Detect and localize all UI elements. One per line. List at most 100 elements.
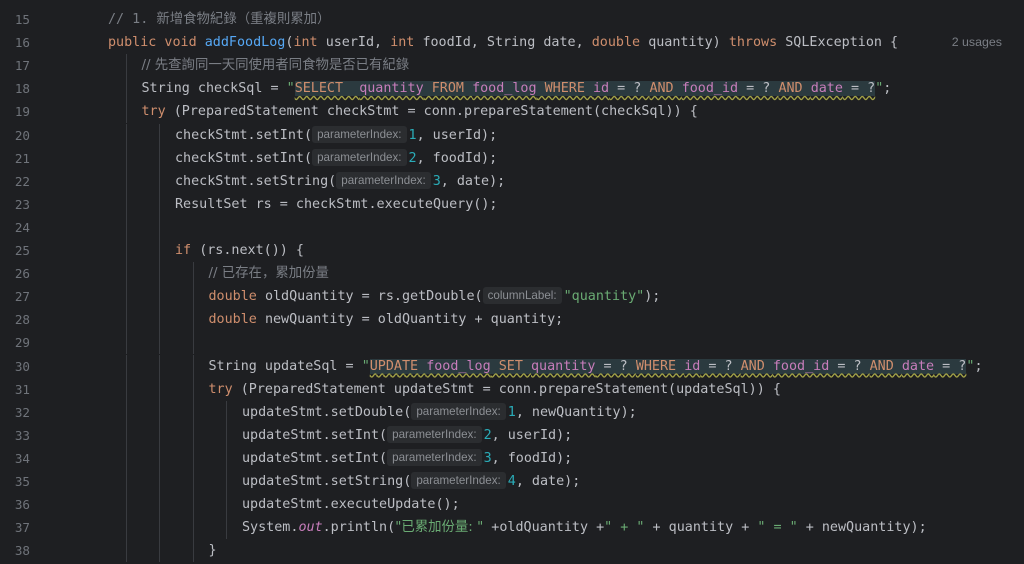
string-token: " (286, 81, 295, 97)
line-number: 37 (14, 520, 30, 536)
line-number: 31 (14, 381, 30, 397)
code-text: checkStmt.setString(parameterIndex: 3, da… (175, 170, 505, 193)
line-number: 34 (14, 450, 30, 466)
code-line[interactable]: 32 updateStmt.setDouble(parameterIndex: 1,… (15, 400, 1024, 424)
code-area[interactable]: 15 // 1. 新增食物紀錄（重複則累加） 16 public void addFo… (15, 0, 1024, 564)
keyword-token: throws (728, 35, 786, 51)
indent-guide (226, 423, 227, 447)
indent-guide (159, 446, 160, 470)
code-text: if (rs.next()) { (175, 239, 304, 262)
parameter-hint: parameterIndex: (312, 125, 407, 143)
line-number: 20 (14, 127, 30, 143)
code-token: SQLException { (785, 35, 899, 51)
code-line[interactable]: 37 System.out.println("已累加份量: " +oldQuant… (15, 516, 1024, 540)
code-token: .prepareStatement(checkSql)) { (455, 104, 698, 120)
code-line[interactable]: 20 checkStmt.setInt(parameterIndex: 1, use… (15, 123, 1024, 147)
code-line[interactable]: 31 try (PreparedStatement updateStmt = co… (15, 377, 1024, 401)
indent-guide (226, 470, 227, 494)
indent-guide (159, 285, 160, 309)
code-token: updateStmt.setDouble( (242, 404, 412, 420)
indent-guide (226, 493, 227, 517)
indent-guide (159, 308, 160, 332)
code-line[interactable]: 17 // 先查詢同一天同使用者同食物是否已有紀錄 (15, 54, 1024, 78)
indent-guide (192, 331, 194, 355)
parameter-hint: columnLabel: (482, 287, 562, 305)
code-line[interactable]: 18 String checkSql = "SELECT quantity FRO… (15, 77, 1024, 101)
code-line[interactable]: 33 updateStmt.setInt(parameterIndex: 2, us… (15, 423, 1024, 447)
comment-token: // 1. (108, 12, 157, 27)
indent-guide (125, 516, 127, 540)
number-token: 1 (408, 127, 417, 143)
line-number: 33 (14, 427, 30, 443)
indent-guide (159, 354, 160, 378)
sql-token: = ? (609, 81, 650, 97)
code-token: checkStmt.setInt( (175, 127, 313, 143)
indent-guide (192, 539, 194, 563)
sql-injection-fragment: SELECT quantity FROM food_log WHERE id =… (294, 81, 876, 97)
indent-guide (125, 446, 127, 470)
number-token: 3 (483, 450, 492, 466)
keyword-token: public void (108, 35, 205, 51)
code-line[interactable]: 25 if (rs.next()) { (15, 239, 1024, 263)
sql-token: UPDATE (369, 358, 427, 374)
sql-token: date (901, 358, 935, 374)
indent-guide (192, 377, 194, 401)
code-line[interactable]: 28 double newQuantity = oldQuantity + qua… (15, 308, 1024, 332)
code-text: double newQuantity = oldQuantity + quant… (209, 308, 564, 331)
indent-guide (159, 516, 160, 540)
sql-token: id (593, 81, 610, 97)
code-text: ResultSet rs = checkStmt.executeQuery(); (175, 193, 497, 216)
indent-guide (192, 423, 194, 447)
code-line[interactable]: 36 updateStmt.executeUpdate(); (15, 493, 1024, 517)
code-text: // 已存在，累加份量 (209, 262, 329, 285)
comment-token: // 先查詢同一天同使用者同食物是否已有紀錄 (141, 58, 410, 74)
code-line[interactable]: 34 updateStmt.setInt(parameterIndex: 3, fo… (15, 446, 1024, 470)
sql-token: AND (649, 81, 682, 97)
code-line[interactable]: 23 ResultSet rs = checkStmt.executeQuery(… (15, 192, 1024, 216)
code-token: , date); (515, 474, 581, 489)
indent-guide (125, 146, 127, 170)
code-line[interactable]: 26 // 已存在，累加份量 (15, 262, 1024, 286)
sql-token: = ? (842, 81, 876, 97)
code-text: // 先查詢同一天同使用者同食物是否已有紀錄 (142, 54, 410, 77)
code-line[interactable]: 15 // 1. 新增食物紀錄（重複則累加） (15, 8, 1024, 31)
code-line[interactable]: 16 public void addFoodLog(int userId, int… (15, 31, 1024, 54)
code-line[interactable]: 27 double oldQuantity = rs.getDouble(colu… (15, 285, 1024, 309)
code-text: updateStmt.setInt(parameterIndex: 3, food… (242, 447, 572, 470)
code-line[interactable]: 38} (15, 539, 1024, 563)
code-token: , date); (440, 173, 506, 189)
code-token: , userId); (491, 427, 573, 443)
indent-guide (159, 169, 160, 193)
code-line[interactable]: 24 (15, 215, 1024, 239)
line-number: 21 (14, 150, 30, 166)
sql-token: quantity (531, 358, 596, 374)
sql-token: quantity (359, 81, 424, 97)
indent-guide (125, 493, 127, 517)
code-line[interactable]: 29 (15, 331, 1024, 355)
line-number: 28 (14, 312, 30, 328)
indent-guide (159, 377, 160, 401)
indent-guide (159, 493, 160, 517)
sql-token: food_id (681, 81, 739, 97)
code-token: , foodId); (491, 450, 573, 466)
usages-link[interactable]: 2 usages (952, 31, 1002, 54)
code-line[interactable]: 21 checkStmt.setInt(parameterIndex: 2, foo… (15, 146, 1024, 170)
sql-token: date (810, 81, 843, 97)
line-number: 26 (14, 266, 30, 282)
number-token: 2 (408, 150, 417, 166)
code-line[interactable]: 19 try (PreparedStatement checkStmt = con… (15, 100, 1024, 124)
code-line[interactable]: 35 updateStmt.setString(parameterIndex: 4,… (15, 470, 1024, 494)
indent-guide (125, 354, 127, 378)
indent-guide (159, 400, 160, 424)
indent-guide (192, 470, 194, 494)
code-token: + newQuantity); (797, 520, 927, 536)
code-editor[interactable]: 15 // 1. 新增食物紀錄（重複則累加） 16 public void addFo… (0, 0, 1024, 564)
indent-guide (159, 239, 160, 263)
code-token: ; (883, 81, 892, 97)
line-number: 17 (14, 58, 30, 74)
code-token: updateStmt.executeUpdate(); (242, 497, 460, 513)
code-line[interactable]: 22 checkStmt.setString(parameterIndex: 3, … (15, 169, 1024, 193)
sql-token: WHERE (536, 81, 593, 97)
indent-guide (125, 77, 127, 101)
code-line[interactable]: 30 String updateSql = "UPDATE food_log SE… (15, 354, 1024, 378)
